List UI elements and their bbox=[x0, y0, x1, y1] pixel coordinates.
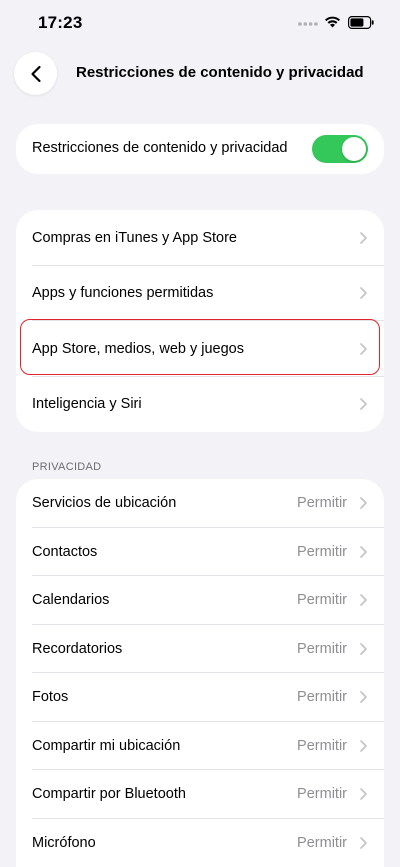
chevron-right-icon bbox=[360, 691, 367, 704]
chevron-right-icon bbox=[360, 497, 367, 510]
cellular-signal-icon bbox=[298, 22, 318, 26]
list-item-intelligence-siri[interactable]: Inteligencia y Siri bbox=[16, 377, 384, 433]
list-item-label: Contactos bbox=[32, 543, 98, 560]
list-item-value: Permitir bbox=[297, 495, 347, 512]
chevron-right-icon bbox=[360, 545, 367, 558]
list-item-itunes-app-store-purchases[interactable]: Compras en iTunes y App Store bbox=[16, 210, 384, 266]
list-item-allowed-apps[interactable]: Apps y funciones permitidas bbox=[16, 266, 384, 321]
list-item-value: Permitir bbox=[297, 737, 347, 754]
chevron-right-icon bbox=[360, 642, 367, 655]
list-item-label: Servicios de ubicación bbox=[32, 495, 177, 512]
section-header-privacy: PRIVACIDAD bbox=[32, 461, 102, 473]
chevron-right-icon bbox=[360, 836, 367, 849]
back-button[interactable] bbox=[14, 52, 57, 95]
list-item-label: Recordatorios bbox=[32, 640, 123, 657]
page-title: Restricciones de contenido y privacidad bbox=[76, 64, 364, 81]
chevron-right-icon bbox=[360, 594, 367, 607]
list-item-value: Permitir bbox=[297, 543, 347, 560]
list-item-label: Micrófono bbox=[32, 834, 96, 851]
restrictions-group: Compras en iTunes y App Store Apps y fun… bbox=[16, 210, 384, 432]
list-item-bluetooth-sharing[interactable]: Compartir por Bluetooth Permitir bbox=[16, 770, 384, 819]
status-bar: 17:23 bbox=[0, 0, 400, 48]
list-item-label: Fotos bbox=[32, 689, 69, 706]
restrictions-toggle-row: Restricciones de contenido y privacidad bbox=[16, 124, 384, 174]
list-item-microphone[interactable]: Micrófono Permitir bbox=[16, 819, 384, 867]
navigation-bar: Restricciones de contenido y privacidad bbox=[0, 52, 400, 96]
list-item-value: Permitir bbox=[297, 786, 347, 803]
list-item-location-services[interactable]: Servicios de ubicación Permitir bbox=[16, 479, 384, 528]
list-item-share-my-location[interactable]: Compartir mi ubicación Permitir bbox=[16, 722, 384, 770]
list-item-label: App Store, medios, web y juegos bbox=[32, 340, 244, 357]
restrictions-toggle-switch[interactable] bbox=[312, 135, 368, 163]
list-item-value: Permitir bbox=[297, 689, 347, 706]
restrictions-toggle-label: Restricciones de contenido y privacidad bbox=[32, 140, 288, 156]
list-item-app-store-media-web-games[interactable]: App Store, medios, web y juegos bbox=[16, 321, 384, 377]
chevron-right-icon bbox=[360, 739, 367, 752]
wifi-icon bbox=[325, 16, 340, 28]
list-item-reminders[interactable]: Recordatorios Permitir bbox=[16, 625, 384, 673]
chevron-right-icon bbox=[360, 788, 367, 801]
privacy-group: Servicios de ubicación Permitir Contacto… bbox=[16, 479, 384, 867]
list-item-value: Permitir bbox=[297, 834, 347, 851]
list-item-label: Calendarios bbox=[32, 592, 110, 609]
list-item-label: Apps y funciones permitidas bbox=[32, 285, 214, 302]
chevron-right-icon bbox=[360, 231, 367, 244]
list-item-photos[interactable]: Fotos Permitir bbox=[16, 673, 384, 722]
chevron-right-icon bbox=[360, 342, 367, 355]
list-item-label: Compartir por Bluetooth bbox=[32, 786, 186, 803]
chevron-right-icon bbox=[360, 398, 367, 411]
list-item-calendars[interactable]: Calendarios Permitir bbox=[16, 576, 384, 625]
status-time: 17:23 bbox=[38, 13, 83, 32]
chevron-right-icon bbox=[360, 287, 367, 300]
list-item-value: Permitir bbox=[297, 592, 347, 609]
battery-icon bbox=[348, 16, 374, 29]
list-item-value: Permitir bbox=[297, 640, 347, 657]
list-item-label: Compartir mi ubicación bbox=[32, 737, 181, 754]
list-item-label: Inteligencia y Siri bbox=[32, 396, 142, 413]
list-item-label: Compras en iTunes y App Store bbox=[32, 229, 237, 246]
chevron-left-icon bbox=[30, 65, 41, 82]
toggle-knob bbox=[342, 137, 366, 161]
list-item-contacts[interactable]: Contactos Permitir bbox=[16, 528, 384, 576]
